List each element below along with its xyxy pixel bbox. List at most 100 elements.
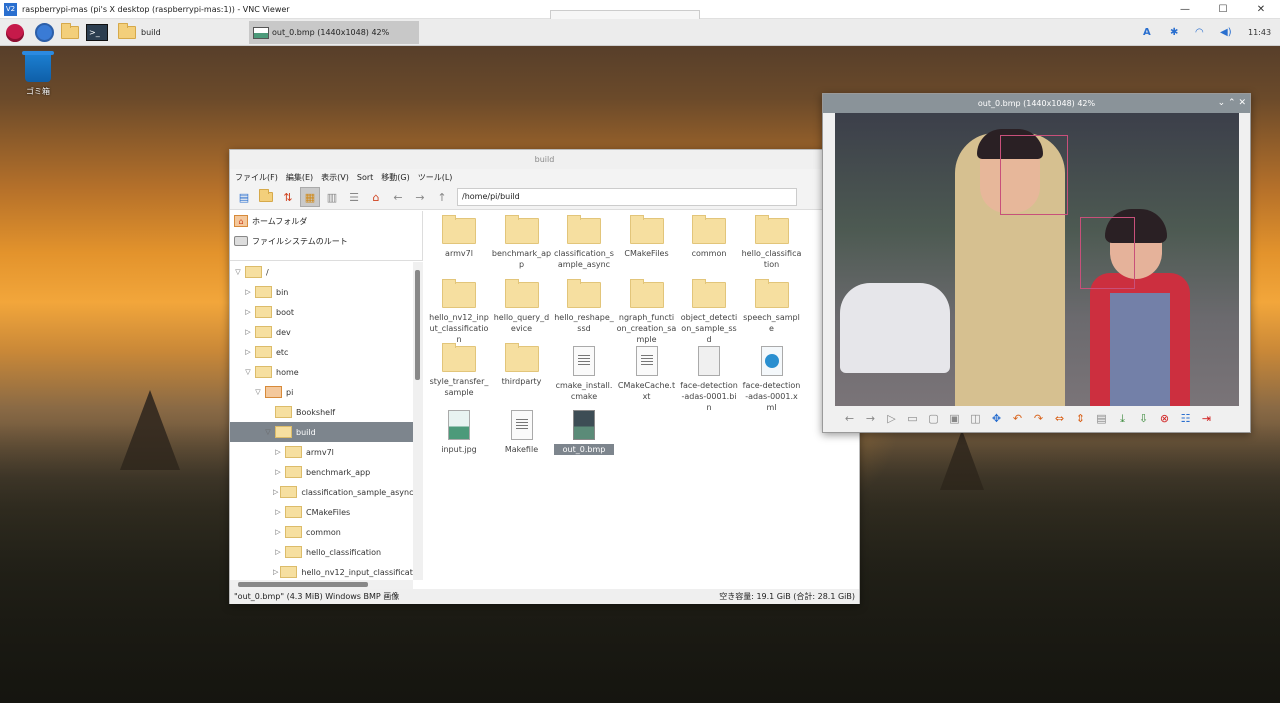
collapsed-triangle-icon[interactable]: ▷ (243, 288, 253, 296)
tree-item[interactable]: Bookshelf (230, 402, 413, 422)
flip-vertical-icon[interactable]: ⇕ (1070, 410, 1091, 428)
collapsed-triangle-icon[interactable]: ▷ (243, 328, 253, 336)
file-manager-icon[interactable] (61, 22, 79, 43)
collapsed-triangle-icon[interactable]: ▷ (273, 488, 278, 496)
viewer-titlebar[interactable]: out_0.bmp (1440x1048) 42% ⌄ ⌃ ✕ (823, 94, 1250, 113)
next-icon[interactable]: → (860, 410, 881, 428)
file-item[interactable]: classification_sample_async (554, 215, 614, 270)
file-item[interactable]: ngraph_function_creation_sample (617, 279, 677, 345)
icon-view-icon[interactable]: ▦ (300, 187, 320, 207)
tree-item[interactable]: ▷ bin (230, 282, 413, 302)
tree-horizontal-scrollbar[interactable] (230, 580, 413, 589)
menu-item[interactable]: 移動(G) (381, 172, 409, 183)
taskbar-task-build[interactable]: build (114, 21, 246, 44)
new-folder-icon[interactable] (256, 187, 276, 207)
expanded-triangle-icon[interactable]: ▽ (263, 428, 273, 436)
file-item[interactable]: armv7l (429, 215, 489, 259)
collapsed-triangle-icon[interactable]: ▷ (243, 308, 253, 316)
file-item[interactable]: cmake_install.cmake (554, 346, 614, 402)
window-titlebar[interactable]: build ⌄ (230, 150, 859, 169)
raspberry-menu-icon[interactable] (6, 22, 24, 43)
tree-item[interactable]: ▷ CMakeFiles (230, 502, 413, 522)
expanded-triangle-icon[interactable]: ▽ (243, 368, 253, 376)
tree-item[interactable]: ▽ home (230, 362, 413, 382)
file-item[interactable]: benchmark_app (492, 215, 552, 270)
tree-item[interactable]: ▷ hello_nv12_input_classificatic (230, 562, 413, 580)
tree-item[interactable]: ▷ hello_classification (230, 542, 413, 562)
zoom-in-icon[interactable]: ▢ (923, 410, 944, 428)
menu-item[interactable]: ファイル(F) (235, 172, 278, 183)
close-button[interactable]: ✕ (1242, 0, 1280, 19)
slideshow-icon[interactable]: ▷ (881, 410, 902, 428)
sort-icon[interactable]: ⇅ (278, 187, 298, 207)
file-item[interactable]: hello_classification (742, 215, 802, 270)
menu-item[interactable]: ツール(L) (418, 172, 453, 183)
file-item[interactable]: thirdparty (492, 343, 552, 387)
file-item[interactable]: common (679, 215, 739, 259)
tree-item[interactable]: ▷ etc (230, 342, 413, 362)
collapsed-triangle-icon[interactable]: ▷ (273, 528, 283, 536)
up-arrow-icon[interactable]: ↑ (432, 187, 452, 207)
clock[interactable]: 11:43 (1248, 21, 1271, 44)
window-controls[interactable]: ⌄ ⌃ ✕ (1218, 94, 1246, 113)
maximize-button[interactable]: ☐ (1204, 0, 1242, 19)
browser-icon[interactable] (35, 22, 54, 43)
sidebar-toggle-icon[interactable]: ▤ (234, 187, 254, 207)
thumbnail-view-icon[interactable]: ▥ (322, 187, 342, 207)
file-item[interactable]: face-detection-adas-0001.xml (742, 346, 802, 413)
flip-horizontal-icon[interactable]: ⇔ (1049, 410, 1070, 428)
collapsed-triangle-icon[interactable]: ▷ (243, 348, 253, 356)
taskbar-task-viewer[interactable]: out_0.bmp (1440x1048) 42% (249, 21, 419, 44)
vnc-toolbar-tab[interactable] (550, 10, 700, 19)
fullscreen-icon[interactable]: ✥ (986, 410, 1007, 428)
file-item[interactable]: speech_sample (742, 279, 802, 334)
tree-item[interactable]: ▷ benchmark_app (230, 462, 413, 482)
tree-item[interactable]: ▷ common (230, 522, 413, 542)
file-item[interactable]: hello_reshape_ssd (554, 279, 614, 334)
file-item[interactable]: input.jpg (429, 410, 489, 455)
bluetooth-icon[interactable]: ✱ (1170, 21, 1178, 44)
input-method-indicator[interactable]: A (1143, 21, 1151, 44)
terminal-icon[interactable]: >_ (86, 22, 108, 43)
fit-icon[interactable]: ▣ (944, 410, 965, 428)
quit-icon[interactable]: ⇥ (1196, 410, 1217, 428)
back-arrow-icon[interactable]: ← (388, 187, 408, 207)
tree-item[interactable]: ▽ pi (230, 382, 413, 402)
previous-icon[interactable]: ← (839, 410, 860, 428)
menu-item[interactable]: 表示(V) (321, 172, 349, 183)
tree-item[interactable]: ▷ boot (230, 302, 413, 322)
collapsed-triangle-icon[interactable]: ▷ (273, 548, 283, 556)
forward-arrow-icon[interactable]: → (410, 187, 430, 207)
expanded-triangle-icon[interactable]: ▽ (253, 388, 263, 396)
file-item[interactable]: object_detection_sample_ssd (679, 279, 739, 345)
menu-item[interactable]: Sort (357, 173, 373, 182)
collapsed-triangle-icon[interactable]: ▷ (273, 508, 283, 516)
open-file-icon[interactable]: ▤ (1091, 410, 1112, 428)
original-size-icon[interactable]: ◫ (965, 410, 986, 428)
path-input[interactable]: /home/pi/build (457, 188, 797, 206)
place-home[interactable]: ⌂ ホームフォルダ (230, 211, 422, 231)
delete-icon[interactable]: ⊗ (1154, 410, 1175, 428)
tree-vertical-scrollbar[interactable] (413, 262, 423, 580)
file-item[interactable]: CMakeFiles (617, 215, 677, 259)
tree-item[interactable]: ▽ / (230, 262, 413, 282)
file-item[interactable]: CMakeCache.txt (617, 346, 677, 402)
tree-item[interactable]: ▷ dev (230, 322, 413, 342)
menu-item[interactable]: 編集(E) (286, 172, 313, 183)
tree-item[interactable]: ▷ armv7l (230, 442, 413, 462)
file-item[interactable]: out_0.bmp (554, 410, 614, 455)
collapsed-triangle-icon[interactable]: ▷ (273, 568, 278, 576)
collapsed-triangle-icon[interactable]: ▷ (273, 468, 283, 476)
tree-item[interactable]: ▷ classification_sample_async (230, 482, 413, 502)
volume-icon[interactable]: ◀) (1220, 21, 1232, 44)
home-icon[interactable]: ⌂ (366, 187, 386, 207)
tree-item[interactable]: ▽ build (230, 422, 413, 442)
list-view-icon[interactable]: ☰ (344, 187, 364, 207)
place-root[interactable]: ファイルシステムのルート (230, 231, 422, 251)
preferences-icon[interactable]: ☷ (1175, 410, 1196, 428)
rotate-right-icon[interactable]: ↷ (1028, 410, 1049, 428)
expanded-triangle-icon[interactable]: ▽ (233, 268, 243, 276)
zoom-out-icon[interactable]: ▭ (902, 410, 923, 428)
file-item[interactable]: style_transfer_sample (429, 343, 489, 398)
rotate-left-icon[interactable]: ↶ (1007, 410, 1028, 428)
